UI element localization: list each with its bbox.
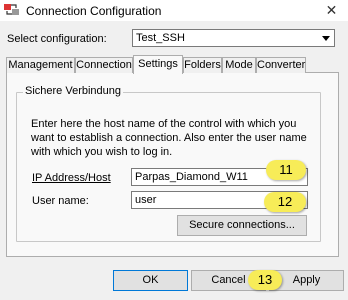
select-configuration-label: Select configuration: bbox=[7, 33, 107, 45]
close-button[interactable]: ✕ bbox=[315, 0, 348, 21]
secure-connections-button[interactable]: Secure connections... bbox=[177, 215, 307, 236]
callout-11: 11 bbox=[266, 160, 306, 180]
tab-settings[interactable]: Settings bbox=[133, 55, 183, 74]
title-bar: Connection Configuration ✕ bbox=[0, 0, 348, 21]
ok-button[interactable]: OK bbox=[113, 270, 188, 291]
callout-13: 13 bbox=[248, 270, 282, 290]
group-title: Sichere Verbindung bbox=[23, 85, 124, 97]
configuration-select-value: Test_SSH bbox=[136, 32, 185, 44]
chevron-down-icon[interactable] bbox=[322, 36, 330, 41]
description-text: Enter here the host name of the control … bbox=[31, 118, 307, 158]
connection-configuration-window: Connection Configuration ✕ Select config… bbox=[0, 0, 348, 300]
tab-mode[interactable]: Mode bbox=[222, 57, 256, 73]
ip-address-value: Parpas_Diamond_W11 bbox=[135, 171, 248, 183]
close-icon: ✕ bbox=[325, 2, 338, 18]
configuration-select[interactable]: Test_SSH bbox=[132, 29, 335, 47]
callout-12: 12 bbox=[264, 192, 306, 212]
user-name-label: User name: bbox=[32, 195, 89, 207]
user-name-value: user bbox=[135, 194, 157, 206]
tab-management[interactable]: Management bbox=[6, 57, 75, 73]
tab-folders[interactable]: Folders bbox=[183, 57, 222, 73]
connection-app-icon bbox=[4, 4, 19, 15]
tab-connection[interactable]: Connection bbox=[75, 57, 133, 73]
tab-converter[interactable]: Converter bbox=[256, 57, 306, 73]
ip-address-label: IP Address/Host bbox=[32, 172, 111, 184]
window-title: Connection Configuration bbox=[26, 4, 162, 18]
